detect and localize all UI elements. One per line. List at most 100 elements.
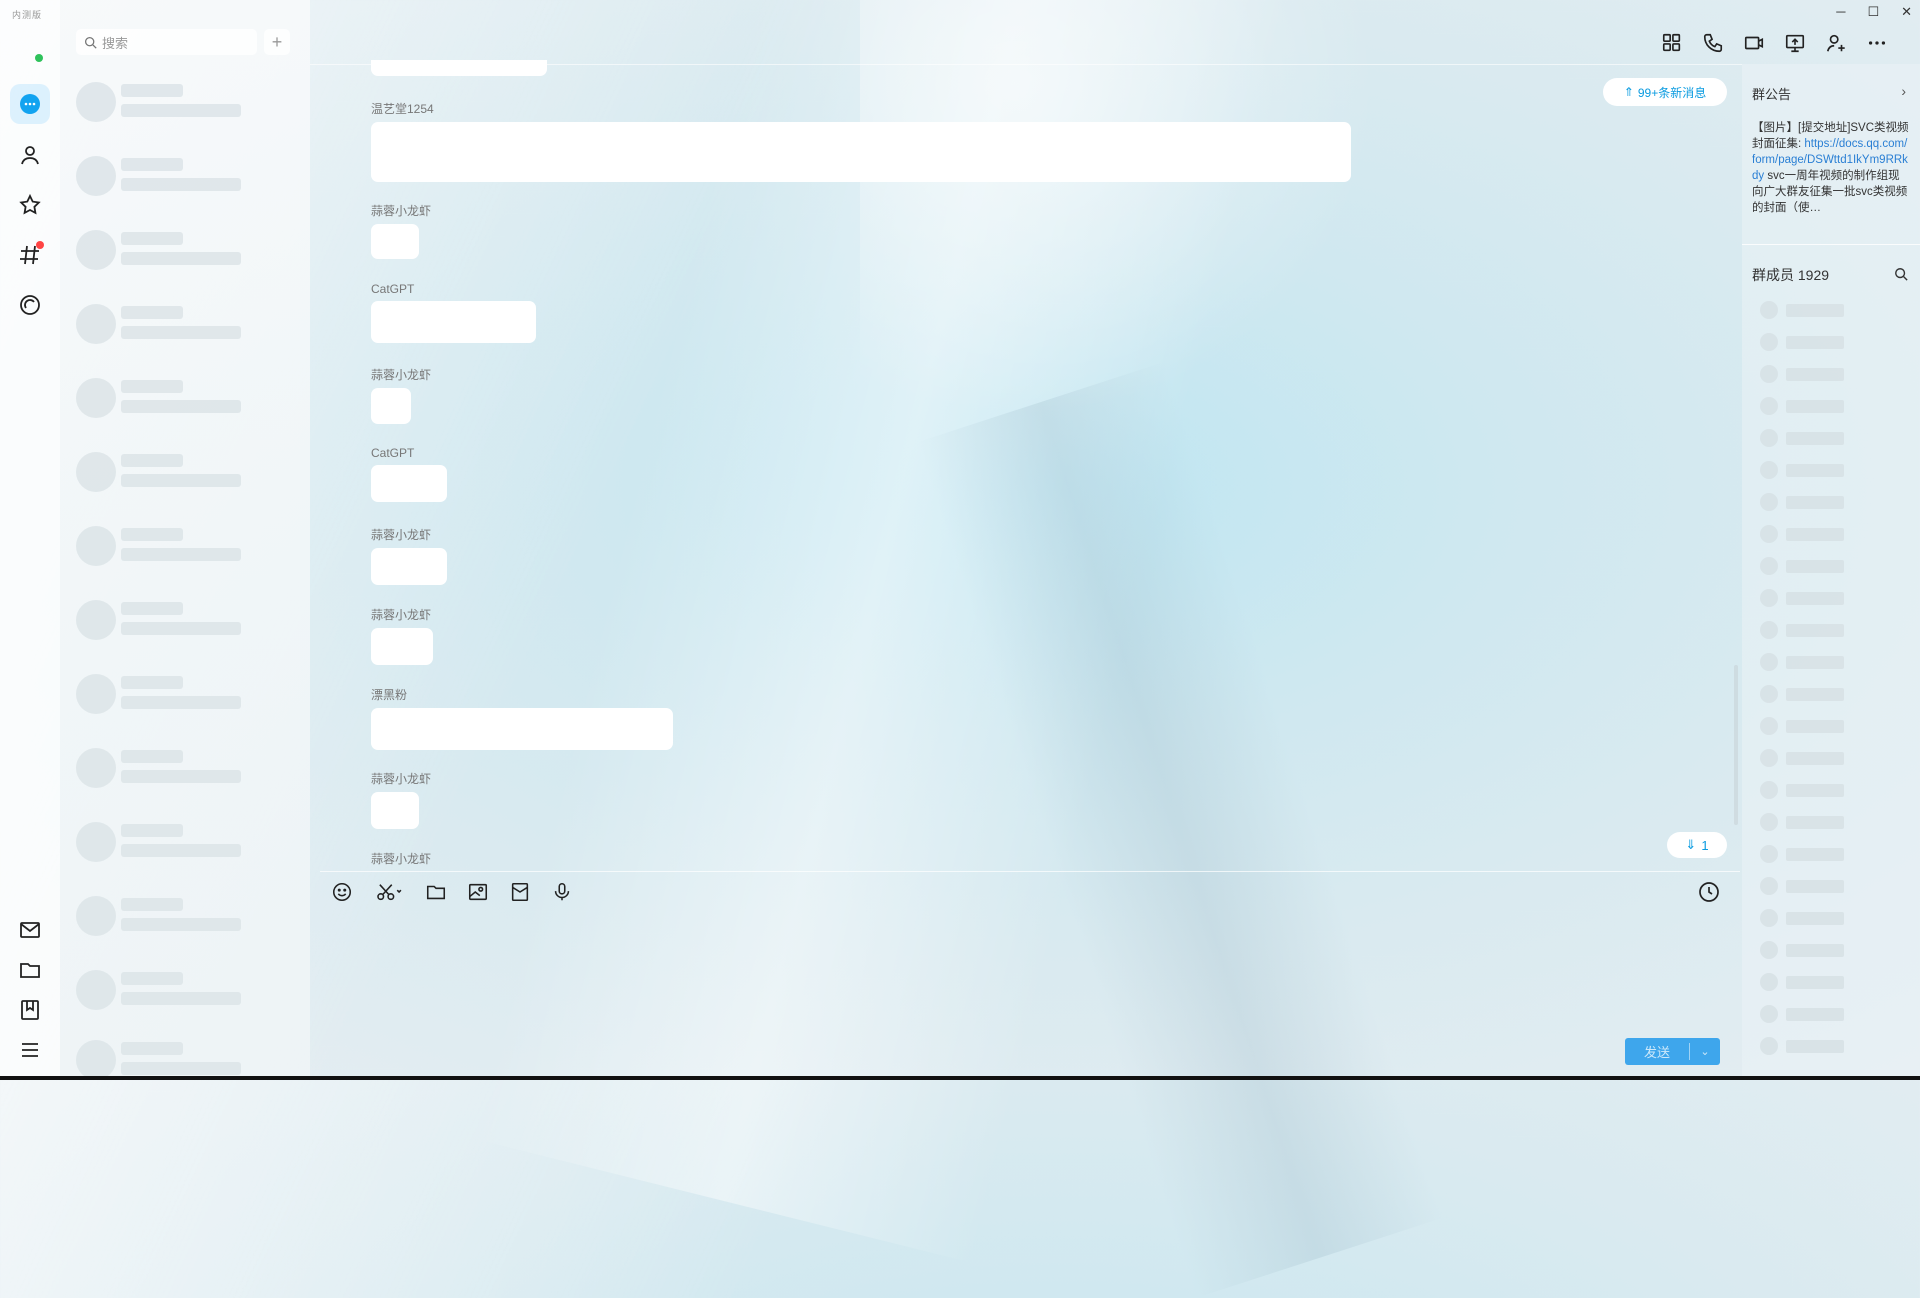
member-item[interactable] [1760, 781, 1900, 799]
conversation-item[interactable] [76, 72, 296, 132]
message-sender: 蒜蓉小龙虾 [371, 204, 432, 218]
conversation-item[interactable] [76, 442, 296, 502]
more-icon[interactable] [1864, 30, 1890, 56]
message: CatGPT [371, 446, 447, 502]
apps-icon[interactable] [1659, 30, 1685, 56]
search-input[interactable]: 搜索 [76, 29, 257, 55]
message-sender: 蒜蓉小龙虾 [371, 368, 432, 382]
conversation-item[interactable] [76, 368, 296, 428]
conversation-item[interactable] [76, 590, 296, 650]
app-brand: 内测版 [12, 10, 43, 20]
phone-icon[interactable] [1700, 30, 1726, 56]
app-nav: 内测版 [0, 0, 60, 1080]
chat-history-icon[interactable] [1697, 880, 1721, 904]
jump-to-latest-button[interactable]: ⇓ 1 [1667, 832, 1727, 858]
member-item[interactable] [1760, 429, 1900, 447]
conversation-item[interactable] [76, 516, 296, 576]
channels-nav-icon[interactable] [14, 239, 46, 271]
microphone-icon[interactable] [550, 878, 574, 906]
member-item[interactable] [1760, 813, 1900, 831]
member-item[interactable] [1760, 621, 1900, 639]
minimize-button[interactable]: ─ [1836, 4, 1845, 20]
add-member-icon[interactable] [1823, 30, 1849, 56]
conversation-item[interactable] [76, 664, 296, 724]
message: CatGPT [371, 282, 536, 343]
member-count: 1929 [1797, 267, 1830, 283]
bookmark-nav-icon[interactable] [14, 994, 46, 1026]
conversation-item[interactable] [76, 294, 296, 354]
member-item[interactable] [1760, 493, 1900, 511]
message-sender: 温艺堂1254 [371, 102, 434, 116]
unread-count: 1 [1701, 837, 1709, 853]
message: 蒜蓉小龙虾 [371, 770, 431, 829]
member-count-title: 群成员 1929 [1752, 267, 1830, 283]
mail-nav-icon[interactable] [14, 914, 46, 946]
member-item[interactable] [1760, 653, 1900, 671]
message-sender: CatGPT [371, 446, 415, 460]
member-item[interactable] [1760, 589, 1900, 607]
message-bubble[interactable] [371, 388, 411, 424]
message-bubble[interactable] [371, 122, 1351, 182]
emoji-icon[interactable] [330, 878, 354, 906]
member-item[interactable] [1760, 877, 1900, 895]
conversation-item[interactable] [76, 812, 296, 872]
member-item[interactable] [1760, 1005, 1900, 1023]
folder-icon[interactable] [424, 878, 448, 906]
member-item[interactable] [1760, 845, 1900, 863]
member-item[interactable] [1760, 397, 1900, 415]
member-item[interactable] [1760, 365, 1900, 383]
member-item[interactable] [1760, 301, 1900, 319]
message-bubble[interactable] [371, 628, 433, 665]
screenshot-icon[interactable] [372, 878, 406, 906]
favorites-nav-icon[interactable] [14, 189, 46, 221]
message-scrollbar[interactable] [1734, 665, 1738, 825]
files-nav-icon[interactable] [14, 954, 46, 986]
close-button[interactable]: ✕ [1901, 4, 1912, 20]
member-search-icon[interactable] [1894, 267, 1908, 281]
member-item[interactable] [1760, 909, 1900, 927]
member-item[interactable] [1760, 685, 1900, 703]
image-icon[interactable] [466, 878, 490, 906]
new-messages-button[interactable]: ⇑ 99+条新消息 [1603, 78, 1727, 106]
message-bubble[interactable] [371, 792, 419, 829]
messages-nav-icon[interactable] [10, 84, 50, 124]
announcement-title[interactable]: 群公告 [1752, 84, 1791, 103]
announcement-body[interactable]: 【图片】[提交地址]SVC类视频封面征集: https://docs.qq.co… [1752, 120, 1910, 216]
red-packet-icon[interactable] [508, 878, 532, 906]
message-bubble[interactable] [371, 465, 447, 502]
message-bubble[interactable] [371, 548, 447, 585]
send-options-chevron-icon[interactable]: ⌄ [1690, 1045, 1720, 1058]
chat-header-toolbar [1659, 30, 1890, 56]
message-sender: CatGPT [371, 282, 415, 296]
contacts-nav-icon[interactable] [14, 139, 46, 171]
send-button[interactable]: 发送 ⌄ [1625, 1038, 1720, 1065]
conversation-item[interactable] [76, 146, 296, 206]
conversation-item[interactable] [76, 960, 296, 1020]
member-item[interactable] [1760, 525, 1900, 543]
member-item[interactable] [1760, 717, 1900, 735]
maximize-button[interactable]: ☐ [1867, 4, 1879, 20]
add-button[interactable]: + [264, 29, 290, 55]
conversation-item[interactable] [76, 886, 296, 946]
member-item[interactable] [1760, 1037, 1900, 1055]
message-sender: 蒜蓉小龙虾 [371, 852, 432, 866]
message-bubble[interactable] [371, 708, 673, 750]
member-item[interactable] [1760, 973, 1900, 991]
online-status-dot[interactable] [35, 54, 43, 62]
member-item[interactable] [1760, 461, 1900, 479]
menu-nav-icon[interactable] [14, 1034, 46, 1066]
member-item[interactable] [1760, 941, 1900, 959]
member-item[interactable] [1760, 557, 1900, 575]
message-area: 温艺堂1254 蒜蓉小龙虾 CatGPT 蒜蓉小龙虾 CatGPT 蒜蓉小龙虾 … [371, 60, 1371, 870]
message-bubble[interactable] [371, 224, 419, 259]
discover-nav-icon[interactable] [14, 289, 46, 321]
member-item[interactable] [1760, 333, 1900, 351]
conversation-item[interactable] [76, 738, 296, 798]
screen-share-icon[interactable] [1782, 30, 1808, 56]
message-bubble[interactable] [371, 301, 536, 343]
conversation-item[interactable] [76, 220, 296, 280]
member-item[interactable] [1760, 749, 1900, 767]
conversation-item[interactable] [76, 1030, 296, 1090]
chevron-right-icon[interactable]: › [1901, 83, 1906, 99]
video-icon[interactable] [1741, 30, 1767, 56]
